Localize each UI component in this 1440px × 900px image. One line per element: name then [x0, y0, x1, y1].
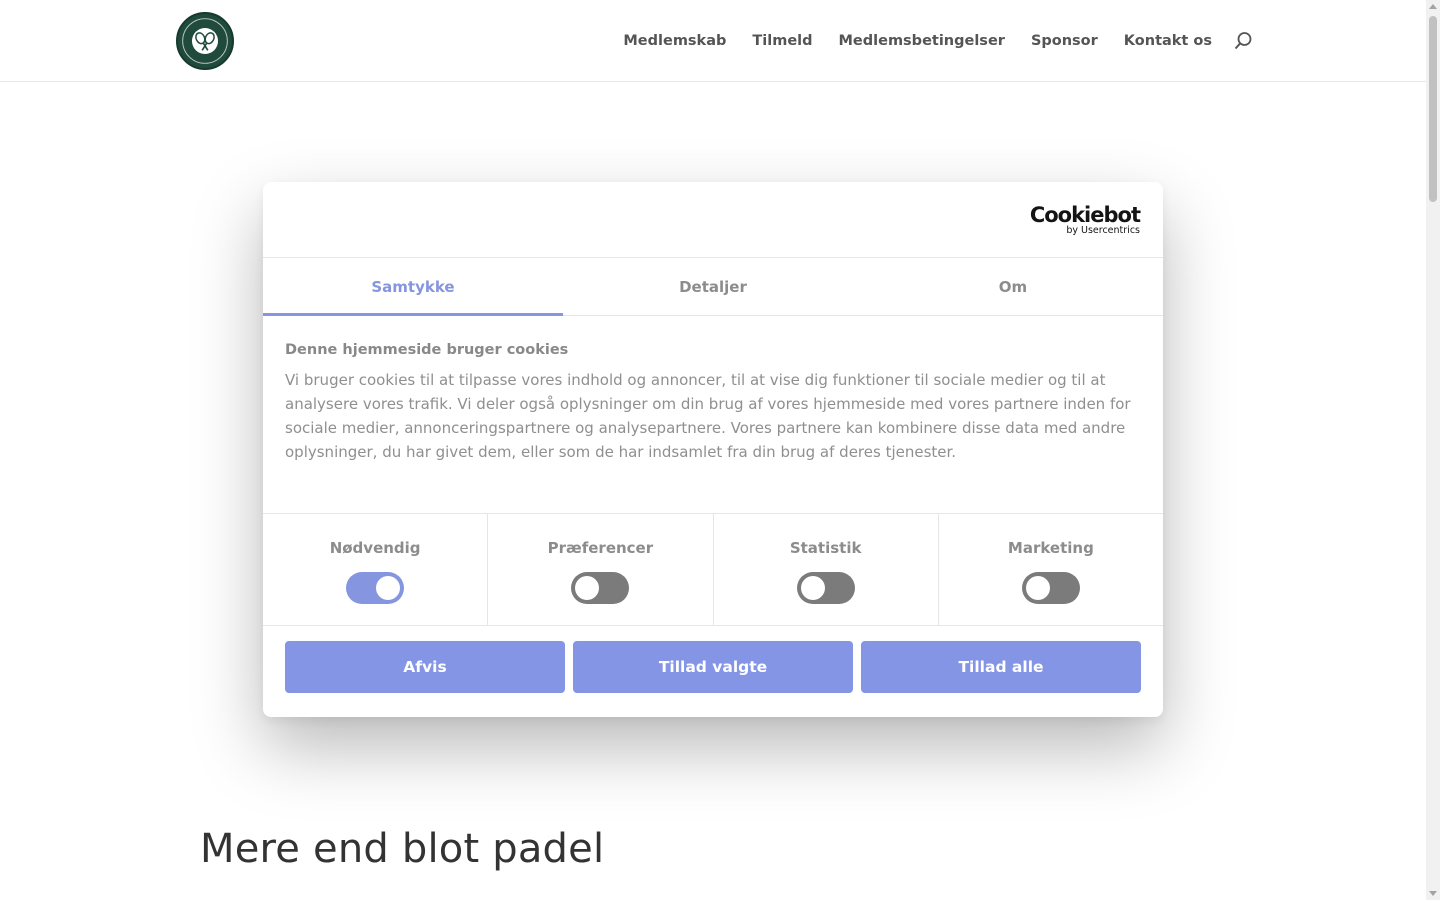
- scroll-down-icon[interactable]: [1429, 891, 1437, 896]
- scroll-up-icon[interactable]: [1429, 4, 1437, 9]
- dialog-description: Vi bruger cookies til at tilpasse vores …: [285, 371, 1131, 461]
- toggle-knob: [376, 576, 401, 600]
- page-heading: Mere end blot padel: [200, 826, 605, 872]
- dialog-actions: Afvis Tillad valgte Tillad alle: [263, 626, 1163, 693]
- brand-name: Cookiebot: [1029, 203, 1141, 227]
- dialog-body: Denne hjemmeside bruger cookies Vi bruge…: [263, 316, 1163, 514]
- allow-selected-button[interactable]: Tillad valgte: [573, 641, 853, 693]
- category-label: Marketing: [1007, 539, 1094, 557]
- nav-item-medlemsbetingelser[interactable]: Medlemsbetingelser: [839, 33, 1005, 49]
- toggle-knob: [800, 576, 825, 600]
- nav-item-kontakt-os[interactable]: Kontakt os: [1124, 33, 1212, 49]
- toggle-statistik[interactable]: [796, 572, 855, 604]
- category-label: Præferencer: [547, 539, 654, 557]
- nav-item-sponsor[interactable]: Sponsor: [1031, 33, 1098, 49]
- nav-item-tilmeld[interactable]: Tilmeld: [752, 33, 812, 49]
- category-nodvendig: Nødvendig: [263, 514, 489, 625]
- search-icon[interactable]: [1232, 30, 1254, 52]
- dialog-tabs: Samtykke Detaljer Om: [263, 258, 1163, 316]
- page-scrollbar[interactable]: [1426, 0, 1440, 900]
- category-statistik: Statistik: [714, 514, 939, 625]
- dialog-title: Denne hjemmeside bruger cookies: [285, 342, 569, 358]
- cookie-consent-dialog: Cookiebot by Usercentrics Samtykke Detal…: [263, 182, 1163, 717]
- club-logo-icon[interactable]: [176, 12, 234, 70]
- toggle-praeferencer[interactable]: [571, 572, 630, 604]
- category-label: Statistik: [789, 539, 862, 557]
- tab-detaljer[interactable]: Detaljer: [563, 258, 863, 315]
- toggle-knob: [575, 576, 600, 600]
- cookiebot-logo[interactable]: Cookiebot by Usercentrics: [1029, 203, 1141, 236]
- toggle-nodvendig[interactable]: [346, 572, 405, 604]
- main-nav: Medlemskab Tilmeld Medlemsbetingelser Sp…: [623, 0, 1212, 82]
- toggle-marketing[interactable]: [1021, 572, 1080, 604]
- consent-categories: Nødvendig Præferencer Statistik Marketin…: [263, 514, 1163, 626]
- dialog-header: Cookiebot by Usercentrics: [263, 182, 1163, 258]
- category-label: Nødvendig: [329, 539, 421, 557]
- allow-all-button[interactable]: Tillad alle: [861, 641, 1141, 693]
- toggle-knob: [1025, 576, 1050, 600]
- category-praeferencer: Præferencer: [488, 514, 714, 625]
- category-marketing: Marketing: [939, 514, 1163, 625]
- reject-button[interactable]: Afvis: [285, 641, 565, 693]
- nav-item-medlemskab[interactable]: Medlemskab: [623, 33, 726, 49]
- site-header: Medlemskab Tilmeld Medlemsbetingelser Sp…: [0, 0, 1426, 82]
- scrollbar-thumb[interactable]: [1429, 16, 1437, 202]
- tab-om[interactable]: Om: [863, 258, 1163, 315]
- tab-samtykke[interactable]: Samtykke: [263, 258, 563, 316]
